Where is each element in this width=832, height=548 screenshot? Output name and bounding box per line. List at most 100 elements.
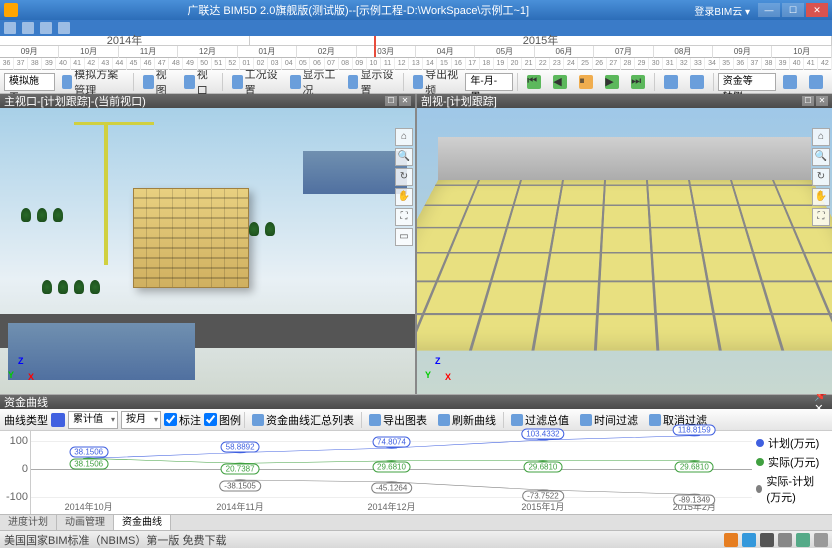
week-tick: 32: [677, 58, 691, 70]
vp-zoom-icon[interactable]: 🔍: [812, 148, 830, 166]
minimize-button[interactable]: —: [758, 3, 780, 17]
status-icon-1[interactable]: [724, 533, 738, 547]
legend-item-actual[interactable]: 实际(万元): [756, 454, 828, 470]
status-icon-5[interactable]: [796, 533, 810, 547]
curve-type-icon[interactable]: [51, 413, 65, 427]
summary-button[interactable]: 资金曲线汇总列表: [248, 412, 358, 428]
tab-schedule[interactable]: 进度计划: [0, 515, 57, 530]
export-chart-button[interactable]: 导出图表: [365, 412, 431, 428]
vp-hand-icon[interactable]: ✋: [395, 188, 413, 206]
status-icon-3[interactable]: [760, 533, 774, 547]
legend-item-plan[interactable]: 计划(万元): [756, 435, 828, 451]
filter-total-button[interactable]: 过滤总值: [507, 412, 573, 428]
nav-tool-2[interactable]: [685, 72, 709, 92]
vp-close-button[interactable]: ✕: [399, 96, 411, 106]
viewport-left-title: 主视口-[计划跟踪]-(当前视口): [4, 93, 146, 109]
chart-data-label: -89.1349: [674, 495, 716, 506]
quick-undo-icon[interactable]: [22, 22, 34, 34]
next-icon: ⏭: [631, 75, 645, 89]
vp-rotate-icon[interactable]: ↻: [812, 168, 830, 186]
mode-dropdown[interactable]: 模拟施工: [4, 73, 55, 91]
vp-hand-icon[interactable]: ✋: [812, 188, 830, 206]
close-button[interactable]: ✕: [806, 3, 828, 17]
week-tick: 44: [113, 58, 127, 70]
quick-settings-icon[interactable]: [58, 22, 70, 34]
status-text[interactable]: 美国国家BIM标准（NBIMS）第一版 免费下载: [4, 532, 226, 548]
week-tick: 43: [99, 58, 113, 70]
vp-fit-icon[interactable]: ⛶: [812, 208, 830, 226]
axis-gizmo[interactable]: Z Y X: [425, 356, 455, 386]
legend-checkbox[interactable]: 图例: [204, 412, 241, 428]
show-setting-button[interactable]: 显示设置: [343, 72, 399, 92]
show-setting-icon: [348, 75, 359, 89]
week-tick: 42: [85, 58, 99, 70]
ytick: 100: [10, 435, 28, 447]
viewport-icon: [184, 75, 195, 89]
layer-tool[interactable]: [804, 72, 828, 92]
vis-filter-dropdown[interactable]: 资金等轴侧: [718, 73, 776, 91]
status-icon-6[interactable]: [814, 533, 828, 547]
stat-mode-dropdown[interactable]: 累计值: [68, 411, 118, 429]
annotate-checkbox[interactable]: 标注: [164, 412, 201, 428]
vp-select-icon[interactable]: ▭: [395, 228, 413, 246]
export-video-button[interactable]: 导出视频: [408, 72, 464, 92]
app-icon: [4, 3, 18, 17]
week-tick: 21: [522, 58, 536, 70]
vp-fit-icon[interactable]: ⛶: [395, 208, 413, 226]
quick-redo-icon[interactable]: [40, 22, 52, 34]
vp-home-icon[interactable]: ⌂: [812, 128, 830, 146]
title-bar: 广联达 BIM5D 2.0旗舰版(测试版)--[示例工程-D:\WorkSpac…: [0, 0, 832, 20]
viewport-right: 剖视-[计划跟踪] ☐ ✕ Z Y X ⌂ 🔍 ↻ ✋ ⛶: [417, 94, 832, 394]
vp-maximize-button[interactable]: ☐: [802, 96, 814, 106]
show-worker-button[interactable]: 显示工况: [285, 72, 341, 92]
view-button[interactable]: 视图: [138, 72, 177, 92]
axis-y-label: Y: [8, 370, 14, 380]
timeline-current-marker[interactable]: [374, 36, 376, 57]
week-tick: 35: [720, 58, 734, 70]
week-tick: 38: [762, 58, 776, 70]
time-filter-button[interactable]: 时间过滤: [576, 412, 642, 428]
viewport-right-canvas[interactable]: Z Y X ⌂ 🔍 ↻ ✋ ⛶: [417, 108, 832, 394]
vp-maximize-button[interactable]: ☐: [385, 96, 397, 106]
vp-zoom-icon[interactable]: 🔍: [395, 148, 413, 166]
prev-icon: ◀: [553, 75, 567, 89]
vp-close-button[interactable]: ✕: [816, 96, 828, 106]
status-icon-4[interactable]: [778, 533, 792, 547]
maximize-button[interactable]: ☐: [782, 3, 804, 17]
rewind-button[interactable]: ⏮: [522, 72, 546, 92]
play-button[interactable]: ▶: [600, 72, 624, 92]
tab-animation[interactable]: 动画管理: [57, 515, 114, 530]
vp-rotate-icon[interactable]: ↻: [395, 168, 413, 186]
scheme-mgmt-button[interactable]: 模拟方案管理: [57, 72, 130, 92]
cloud-login[interactable]: 登录BIM云 ▾: [694, 3, 750, 18]
week-tick: 45: [127, 58, 141, 70]
viewport-left-canvas[interactable]: Z Y X ⌂ 🔍 ↻ ✋ ⛶ ▭: [0, 108, 415, 394]
axis-gizmo[interactable]: Z Y X: [8, 356, 38, 386]
week-tick: 42: [818, 58, 832, 70]
vp-home-icon[interactable]: ⌂: [395, 128, 413, 146]
week-tick: 05: [296, 58, 310, 70]
pause-button[interactable]: ⏸: [574, 72, 598, 92]
worker-setting-button[interactable]: 工况设置: [227, 72, 283, 92]
week-tick: 40: [790, 58, 804, 70]
legend-item-diff[interactable]: 实际-计划(万元): [756, 473, 828, 505]
status-icon-2[interactable]: [742, 533, 756, 547]
viewport-button[interactable]: 视口: [179, 72, 218, 92]
tab-cost-curve[interactable]: 资金曲线: [114, 515, 171, 530]
refresh-button[interactable]: 刷新曲线: [434, 412, 500, 428]
chart-plot[interactable]: 2014年10月2014年11月2014年12月2015年1月2015年2月38…: [30, 431, 752, 514]
grid-tool[interactable]: [778, 72, 802, 92]
chart-area: 100 0 -100 2014年10月2014年11月2014年12月2015年…: [0, 431, 832, 514]
date-mode-dropdown[interactable]: 年-月-周: [465, 73, 513, 91]
ytick: -100: [6, 491, 28, 503]
prev-button[interactable]: ◀: [548, 72, 572, 92]
quick-save-icon[interactable]: [4, 22, 16, 34]
next-button[interactable]: ⏭: [626, 72, 650, 92]
unit-mode-dropdown[interactable]: 按月: [121, 411, 161, 429]
week-tick: 38: [28, 58, 42, 70]
timeline-weeks-row[interactable]: 3637383940414243444546474849505152010203…: [0, 58, 832, 70]
week-tick: 15: [437, 58, 451, 70]
chart-data-label: 58.8892: [221, 441, 260, 452]
timeline-ruler[interactable]: 2014年 2015年 09月10月11月12月01月02月03月04月05月0…: [0, 36, 832, 58]
nav-tool-1[interactable]: [659, 72, 683, 92]
